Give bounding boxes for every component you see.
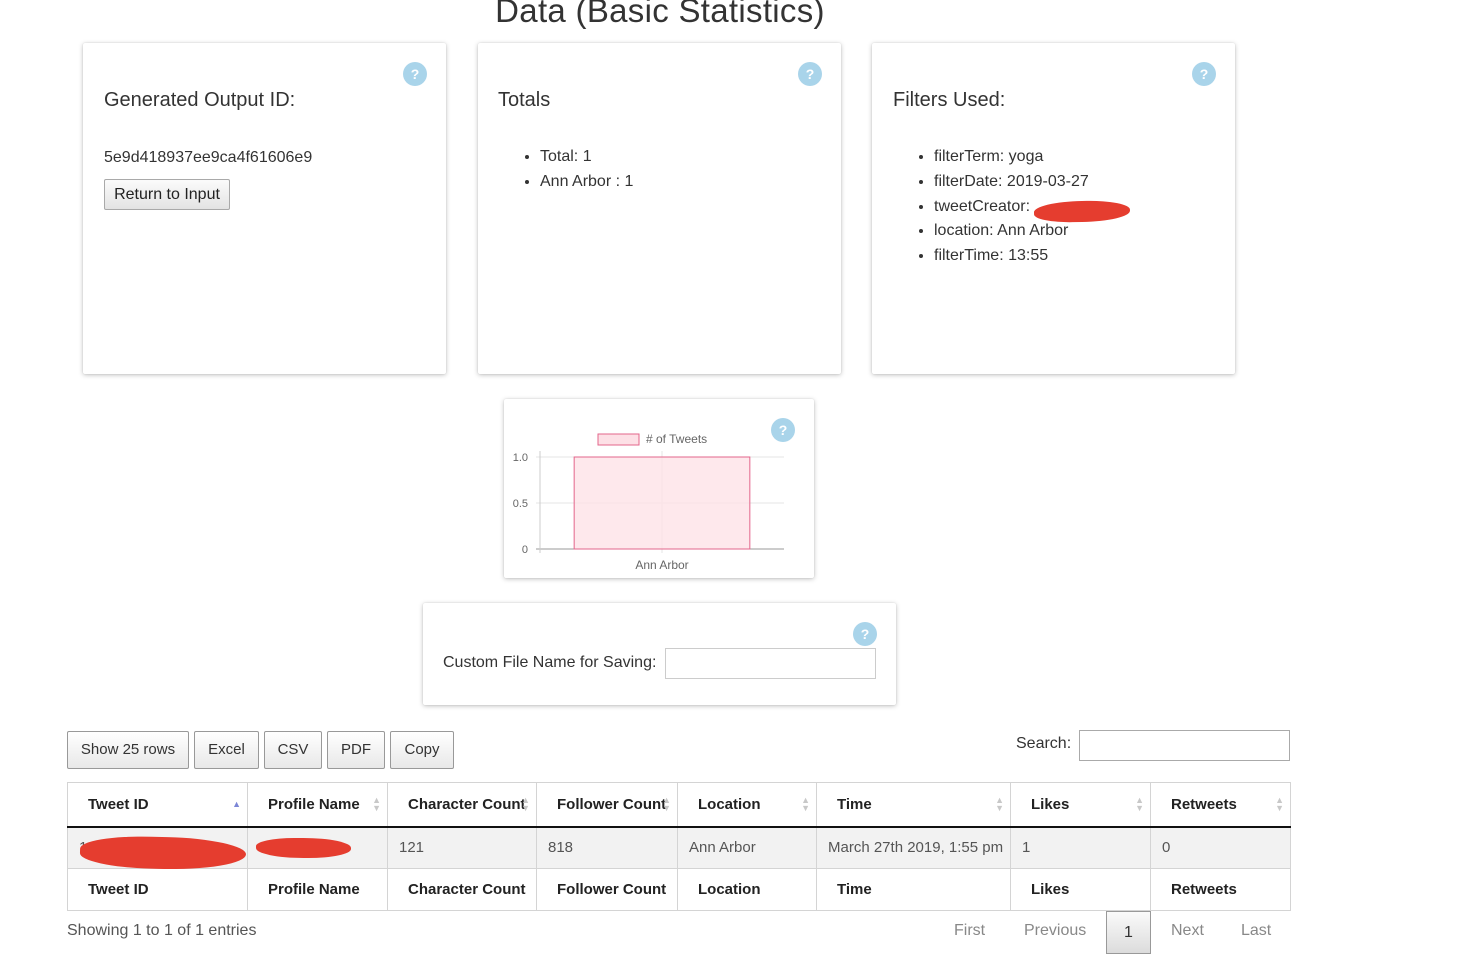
column-header-label: Likes — [1031, 795, 1070, 813]
column-header-label: Location — [698, 795, 761, 813]
table-cell: 121 — [387, 826, 537, 869]
sort-icon: ▲ ▼ — [662, 795, 671, 813]
column-header-label: Tweet ID — [88, 795, 149, 813]
sort-ascending-icon: ▲ — [232, 799, 241, 809]
filter-item: filterTime: 13:55 — [934, 244, 1089, 269]
column-footer: Likes — [1010, 868, 1151, 911]
filters-card: ? Filters Used: filterTerm: yoga filterD… — [872, 43, 1235, 374]
search-input[interactable] — [1079, 730, 1290, 761]
chart-x-axis: Ann Arbor — [635, 558, 688, 572]
y-tick-label: 0.5 — [513, 498, 528, 510]
column-header-tweet-id[interactable]: Tweet ID ▲ — [67, 782, 248, 828]
filters-heading: Filters Used: — [893, 89, 1006, 111]
column-footer: Character Count — [387, 868, 537, 911]
show-rows-button[interactable]: Show 25 rows — [67, 731, 189, 769]
column-header-follower-count[interactable]: Follower Count ▲ ▼ — [536, 782, 678, 828]
sort-icon: ▲ ▼ — [1135, 795, 1144, 813]
legend-swatch — [597, 433, 640, 446]
column-header-likes[interactable]: Likes ▲ ▼ — [1010, 782, 1151, 828]
column-header-label: Profile Name — [268, 795, 360, 813]
sort-icon: ▲ ▼ — [372, 795, 381, 813]
filter-item: filterDate: 2019-03-27 — [934, 170, 1089, 195]
help-question-icon[interactable]: ? — [798, 62, 822, 86]
pdf-button[interactable]: PDF — [327, 731, 385, 769]
column-header-label: Follower Count — [557, 795, 667, 813]
tweets-table: Tweet ID ▲ Profile Name ▲ ▼ Character Count… — [67, 782, 1291, 911]
filter-item: location: Ann Arbor — [934, 219, 1089, 244]
column-header-character-count[interactable]: Character Count ▲ ▼ — [387, 782, 537, 828]
page-title: Data (Basic Statistics) — [495, 0, 825, 29]
column-header-label: Time — [837, 795, 872, 813]
table-info: Showing 1 to 1 of 1 entries — [67, 922, 257, 939]
table-cell: 0 — [1150, 826, 1291, 869]
column-header-retweets[interactable]: Retweets ▲ ▼ — [1150, 782, 1291, 828]
help-question-icon[interactable]: ? — [1192, 62, 1216, 86]
output-id-heading: Generated Output ID: — [104, 89, 296, 111]
chart-bars — [573, 456, 751, 550]
totals-heading: Totals — [498, 89, 551, 111]
redaction-mark — [256, 838, 351, 858]
copy-button[interactable]: Copy — [390, 731, 454, 769]
output-id-value: 5e9d418937ee9ca4f61606e9 — [104, 149, 313, 166]
filter-item: filterTerm: yoga — [934, 145, 1089, 170]
column-header-label: Character Count — [408, 795, 526, 813]
column-header-profile-name[interactable]: Profile Name ▲ ▼ — [247, 782, 388, 828]
legend-label: # of Tweets — [646, 432, 707, 446]
table-cell: 1 — [1010, 826, 1151, 869]
column-footer: Location — [677, 868, 817, 911]
column-header-location[interactable]: Location ▲ ▼ — [677, 782, 817, 828]
table-row[interactable]: 111 121 818 Ann Arbor March 27th 2019, 1… — [67, 826, 1291, 869]
sort-icon: ▲ ▼ — [521, 795, 530, 813]
y-tick-label: 1.0 — [513, 452, 528, 464]
sort-icon: ▲ ▼ — [995, 795, 1004, 813]
sort-icon: ▲ ▼ — [1275, 795, 1284, 813]
help-question-icon[interactable]: ? — [853, 622, 877, 646]
bar-chart: # of Tweets 1.0 0.5 0 Ann Arbor — [513, 432, 784, 572]
totals-list: Total: 1 Ann Arbor : 1 — [520, 145, 633, 195]
sort-icon: ▲ ▼ — [801, 795, 810, 813]
totals-item: Ann Arbor : 1 — [540, 170, 633, 195]
redaction-mark — [1033, 200, 1131, 223]
help-question-icon[interactable]: ? — [403, 62, 427, 86]
pagination-page-1[interactable]: 1 — [1106, 911, 1151, 954]
y-tick-label: 0 — [522, 544, 528, 556]
pagination-next[interactable]: Next — [1171, 922, 1204, 940]
pagination-last[interactable]: Last — [1241, 922, 1271, 940]
chart-y-axis: 1.0 0.5 0 — [513, 452, 528, 556]
table-cell: Ann Arbor — [677, 826, 817, 869]
table-cell: March 27th 2019, 1:55 pm — [816, 826, 1011, 869]
totals-item: Total: 1 — [540, 145, 633, 170]
column-footer: Tweet ID — [67, 868, 248, 911]
pagination-first[interactable]: First — [954, 922, 985, 940]
excel-button[interactable]: Excel — [194, 731, 259, 769]
table-cell: 818 — [536, 826, 678, 869]
x-tick-label: Ann Arbor — [635, 558, 688, 572]
file-name-label: Custom File Name for Saving: — [443, 654, 657, 671]
search-label: Search: — [1016, 735, 1072, 752]
column-header-time[interactable]: Time ▲ ▼ — [816, 782, 1011, 828]
output-id-card: ? Generated Output ID: 5e9d418937ee9ca4f… — [83, 43, 446, 374]
column-footer: Follower Count — [536, 868, 678, 911]
chart-card: ? # of Tweets 1.0 0.5 0 Ann Arbor — [504, 399, 814, 578]
totals-card: ? Totals Total: 1 Ann Arbor : 1 — [478, 43, 841, 374]
pagination-previous[interactable]: Previous — [1024, 922, 1086, 940]
column-header-label: Retweets — [1171, 795, 1237, 813]
csv-button[interactable]: CSV — [264, 731, 322, 769]
file-name-input[interactable] — [665, 648, 876, 679]
column-footer: Retweets — [1150, 868, 1291, 911]
return-to-input-button[interactable]: Return to Input — [104, 179, 230, 210]
bar[interactable] — [573, 456, 751, 550]
column-footer: Profile Name — [247, 868, 388, 911]
column-footer: Time — [816, 868, 1011, 911]
